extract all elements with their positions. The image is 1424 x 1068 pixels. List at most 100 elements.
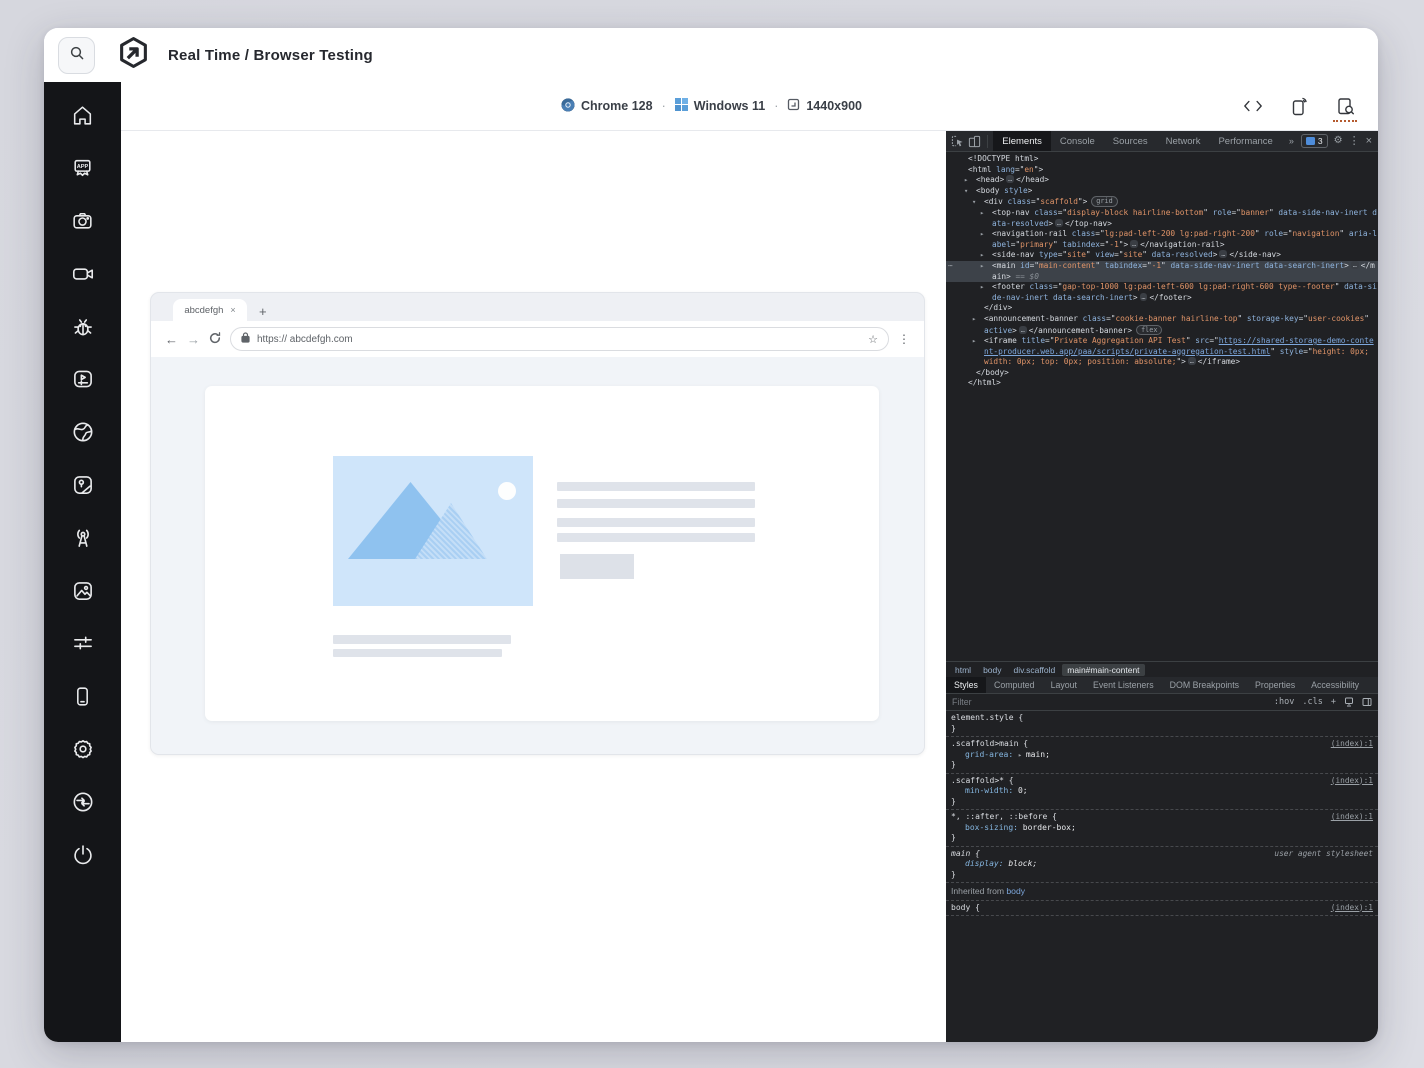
test-playback-icon[interactable] (44, 353, 121, 406)
new-style-rule-icon[interactable]: + (1331, 697, 1336, 707)
expand-arrow-icon[interactable]: ▾ (964, 186, 976, 197)
inherited-from-link[interactable]: body (1006, 886, 1025, 896)
devtools-menu-icon[interactable]: ⋮ (1349, 136, 1360, 147)
broadcast-antenna-icon[interactable] (44, 511, 121, 564)
devtools-tab-network[interactable]: Network (1157, 131, 1210, 151)
expand-arrow-icon[interactable]: ▸ (980, 229, 992, 240)
style-rule[interactable]: *, ::after, ::before {(index):1box-sizin… (946, 810, 1378, 847)
computed-styles-icon[interactable] (1344, 697, 1354, 707)
devtools-tab-performance[interactable]: Performance (1209, 131, 1281, 151)
power-icon[interactable] (44, 828, 121, 881)
styles-tab-dom-breakpoints[interactable]: DOM Breakpoints (1162, 677, 1247, 693)
expand-arrow-icon[interactable]: ▸ (964, 175, 976, 186)
settings-gear-icon[interactable] (44, 723, 121, 776)
tab-close-icon[interactable]: × (230, 305, 235, 315)
devtools-tab-sources[interactable]: Sources (1104, 131, 1157, 151)
devtools-tree-line[interactable]: <!DOCTYPE html> (946, 154, 1378, 165)
css-property[interactable]: min-width: 0; (951, 786, 1373, 797)
browser-globe-icon[interactable] (44, 406, 121, 459)
inspect-icon[interactable] (950, 132, 965, 150)
styles-tab-computed[interactable]: Computed (986, 677, 1043, 693)
code-icon[interactable] (1242, 95, 1264, 117)
css-property[interactable]: display: block; (951, 859, 1373, 870)
devtools-tree-line[interactable]: ▾<div class="scaffold">grid (946, 196, 1378, 208)
expand-arrow-icon[interactable]: ▸ (980, 250, 992, 261)
geolocation-icon[interactable] (44, 459, 121, 512)
devtools-toggle-icon[interactable] (1334, 95, 1356, 117)
expand-arrow-icon[interactable]: ▸ (980, 261, 992, 272)
url-field[interactable]: https:// abcdefgh.com ☆ (230, 327, 889, 351)
styles-tab-styles[interactable]: Styles (946, 677, 986, 693)
video-recorder-icon[interactable] (44, 247, 121, 300)
devtools-tree-line[interactable]: ▸<footer class="gap-top-1000 lg:pad-left… (946, 282, 1378, 303)
more-tabs-icon[interactable]: » (1284, 136, 1299, 146)
reload-icon[interactable] (209, 332, 221, 346)
back-icon[interactable]: ← (165, 333, 178, 346)
rule-source-link[interactable]: (index):1 (1331, 739, 1373, 750)
expand-arrow-icon[interactable]: ▸ (980, 208, 992, 219)
expand-arrow-icon[interactable]: ▾ (972, 197, 984, 208)
devtools-tree-line[interactable]: ▸<side-nav type="site" view="site" data-… (946, 250, 1378, 261)
styles-tab-accessibility[interactable]: Accessibility (1303, 677, 1367, 693)
styles-tab-properties[interactable]: Properties (1247, 677, 1303, 693)
issues-badge[interactable]: 3 (1301, 134, 1328, 148)
home-icon[interactable] (44, 89, 121, 142)
bookmark-star-icon[interactable]: ☆ (868, 333, 878, 346)
rule-source-link[interactable]: (index):1 (1331, 812, 1373, 823)
expand-arrow-icon[interactable]: ▸ (972, 336, 984, 347)
expand-arrow-icon[interactable]: ▸ (980, 282, 992, 293)
devtools-tree-line[interactable]: <html lang="en"> (946, 165, 1378, 176)
devtools-tree-line[interactable]: ▸<navigation-rail class="lg:pad-left-200… (946, 229, 1378, 250)
browser-menu-icon[interactable]: ⋮ (898, 332, 910, 346)
device-info-icon[interactable] (1288, 95, 1310, 117)
breadcrumb-item[interactable]: body (978, 664, 1006, 676)
new-tab-icon[interactable]: + (259, 305, 267, 318)
rule-source-link[interactable]: (index):1 (1331, 776, 1373, 787)
browser-tab[interactable]: abcdefgh × (173, 299, 247, 321)
css-property[interactable]: box-sizing: border-box; (951, 823, 1373, 834)
left-sidebar: APP (44, 82, 121, 1042)
settings-sliders-icon[interactable] (44, 617, 121, 670)
style-rule[interactable]: main {user agent stylesheetdisplay: bloc… (946, 847, 1378, 884)
style-rule[interactable]: element.style {} (946, 711, 1378, 737)
screenshot-camera-icon[interactable] (44, 195, 121, 248)
devtools-tree-line[interactable]: </html> (946, 378, 1378, 389)
css-property[interactable]: grid-area: ▸ main; (951, 750, 1373, 761)
hover-state-toggle[interactable]: :hov (1274, 697, 1294, 707)
devtools-tree-line[interactable]: ▸<top-nav class="display-block hairline-… (946, 208, 1378, 229)
devtools-settings-icon[interactable]: ⚙ (1334, 136, 1343, 146)
rule-source-link[interactable]: (index):1 (1331, 903, 1373, 914)
devtools-close-icon[interactable]: × (1366, 136, 1372, 147)
devtools-tree-line[interactable]: </div> (946, 303, 1378, 314)
mobile-device-icon[interactable] (44, 670, 121, 723)
devtools-tree-line[interactable]: ▸<main id="main-content" tabindex="-1" d… (946, 261, 1378, 282)
sidebar-dock-icon[interactable] (1362, 697, 1372, 707)
devtools-tree-line[interactable]: ▸<announcement-banner class="cookie-bann… (946, 314, 1378, 336)
devtools-tab-elements[interactable]: Elements (993, 131, 1051, 151)
devtools-tree-line[interactable]: ▸<head>…</head> (946, 175, 1378, 186)
breadcrumb-item[interactable]: main#main-content (1062, 664, 1144, 676)
styles-tab-event-listeners[interactable]: Event Listeners (1085, 677, 1162, 693)
style-rule[interactable]: .scaffold>* {(index):1min-width: 0;} (946, 774, 1378, 811)
app-testing-icon[interactable]: APP (44, 142, 121, 195)
styles-tab-layout[interactable]: Layout (1043, 677, 1085, 693)
search-button[interactable] (58, 37, 95, 74)
devtools-tree-line[interactable]: ▸<iframe title="Private Aggregation API … (946, 336, 1378, 368)
brand-logo-icon[interactable] (117, 36, 150, 74)
devtools-tab-console[interactable]: Console (1051, 131, 1104, 151)
switch-sync-icon[interactable] (44, 775, 121, 828)
breadcrumb-item[interactable]: html (950, 664, 976, 676)
class-toggle[interactable]: .cls (1302, 697, 1322, 707)
device-toolbar-icon[interactable] (967, 132, 982, 150)
rule-source-link[interactable]: user agent stylesheet (1274, 849, 1373, 860)
expand-arrow-icon[interactable]: ▸ (972, 314, 984, 325)
devtools-tree-line[interactable]: ▾<body style> (946, 186, 1378, 197)
devtools-tree-line[interactable]: </body> (946, 368, 1378, 379)
style-rule[interactable]: .scaffold>main {(index):1grid-area: ▸ ma… (946, 737, 1378, 774)
image-gallery-icon[interactable] (44, 564, 121, 617)
breadcrumb-item[interactable]: div.scaffold (1009, 664, 1061, 676)
bug-icon[interactable] (44, 300, 121, 353)
styles-filter-input[interactable]: Filter (952, 697, 1274, 707)
style-rule[interactable]: body {(index):1 (946, 901, 1378, 917)
forward-icon[interactable]: → (187, 333, 200, 346)
